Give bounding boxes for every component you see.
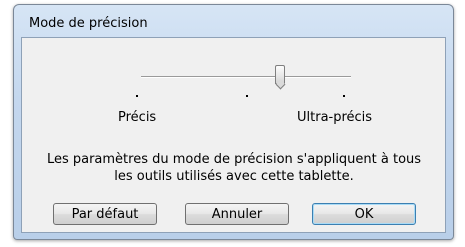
description-line-1: Les paramètres du mode de précision s'ap… (46, 152, 422, 167)
dialog-title: Mode de précision (29, 16, 148, 31)
description-text: Les paramètres du mode de précision s'ap… (44, 151, 424, 185)
slider-tick-right (343, 95, 345, 97)
dialog-client-area: Précis Ultra-précis Les paramètres du mo… (21, 37, 446, 233)
description-line-2: les outils utilisés avec cette tablette. (114, 169, 354, 184)
ok-button[interactable]: OK (312, 203, 416, 225)
precision-slider-thumb[interactable] (275, 65, 285, 84)
default-button[interactable]: Par défaut (53, 203, 157, 225)
precision-slider-track[interactable] (141, 76, 351, 78)
slider-tick-left (136, 95, 138, 97)
slider-max-label: Ultra-précis (297, 110, 373, 125)
dialog-window: Mode de précision Précis Ultra-précis Le… (13, 4, 454, 240)
cancel-button[interactable]: Annuler (185, 203, 289, 225)
slider-tick-middle (246, 95, 248, 97)
slider-min-label: Précis (118, 110, 157, 125)
